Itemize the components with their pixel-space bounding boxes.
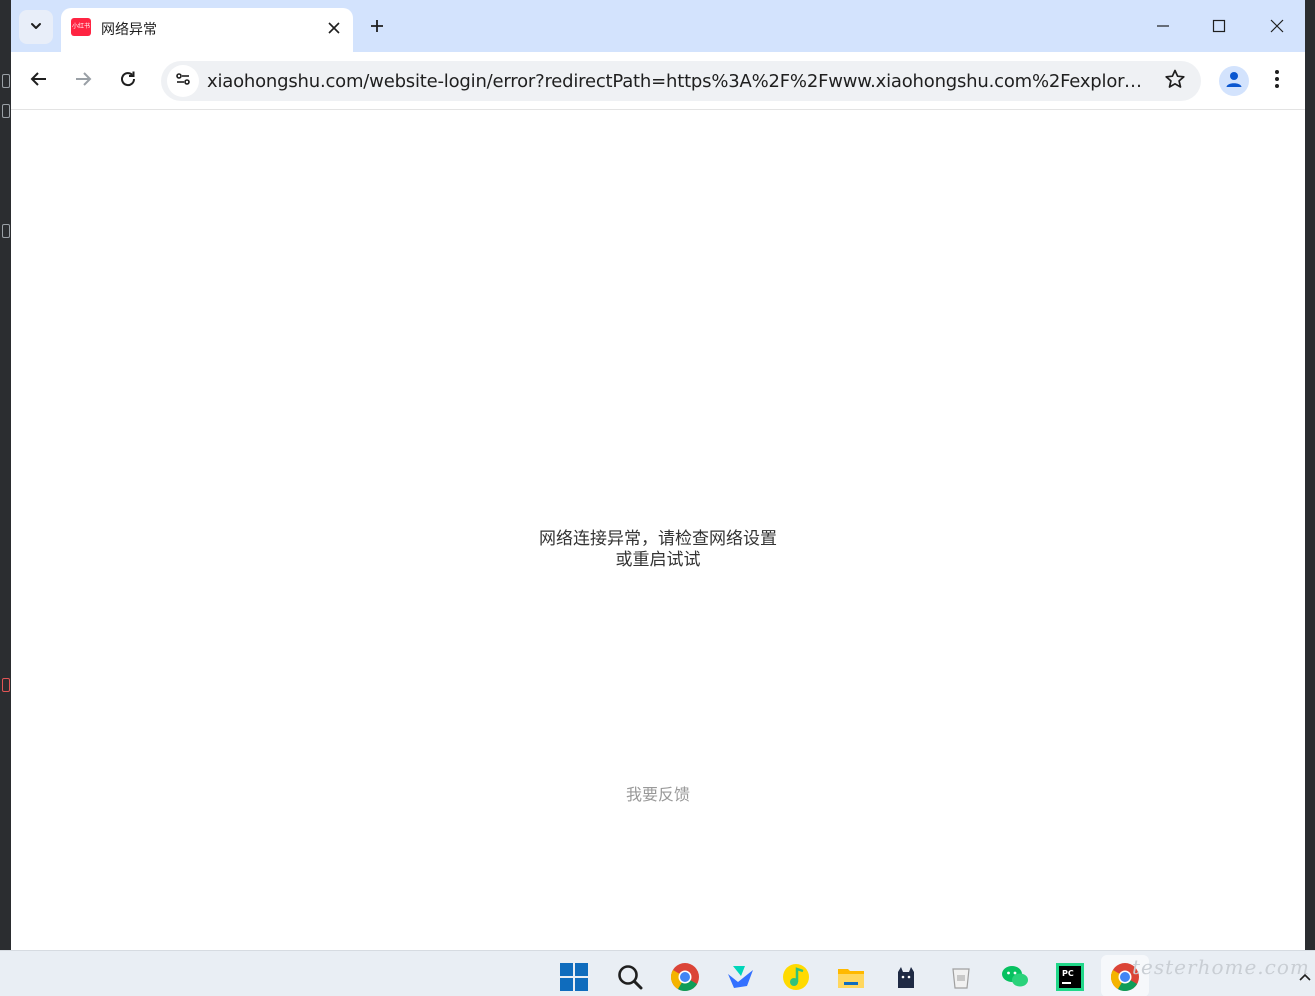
file-explorer-icon[interactable] bbox=[835, 961, 867, 993]
pycharm-icon[interactable]: PC bbox=[1054, 961, 1086, 993]
arrow-left-icon bbox=[30, 70, 48, 92]
cat-app-icon[interactable] bbox=[890, 961, 922, 993]
browser-menu-button[interactable] bbox=[1265, 66, 1289, 96]
feedback-link[interactable]: 我要反馈 bbox=[11, 781, 1305, 805]
bookmark-button[interactable] bbox=[1163, 69, 1187, 93]
wechat-icon[interactable] bbox=[999, 961, 1031, 993]
address-bar[interactable]: xiaohongshu.com/website-login/error?redi… bbox=[161, 61, 1201, 101]
background-window-glyph bbox=[2, 74, 10, 88]
site-info-button[interactable] bbox=[167, 65, 199, 97]
browser-toolbar: xiaohongshu.com/website-login/error?redi… bbox=[11, 52, 1305, 110]
star-icon bbox=[1164, 68, 1186, 94]
forward-button[interactable] bbox=[67, 65, 99, 97]
minimize-button[interactable] bbox=[1143, 10, 1183, 44]
tab-active[interactable]: 小红书 网络异常 bbox=[61, 8, 353, 52]
tab-strip: 小红书 网络异常 bbox=[11, 0, 1305, 52]
arrow-right-icon bbox=[74, 70, 92, 92]
watermark-text: testerhome.com bbox=[1132, 955, 1310, 979]
chrome-icon[interactable] bbox=[669, 961, 701, 993]
xiaohongshu-favicon-icon: 小红书 bbox=[71, 18, 91, 36]
profile-button[interactable] bbox=[1219, 66, 1249, 96]
windows-start-icon[interactable] bbox=[558, 961, 590, 993]
background-window-glyph bbox=[2, 224, 10, 238]
page-content: 网络连接异常，请检查网络设置 或重启试试 我要反馈 bbox=[11, 111, 1305, 950]
person-icon bbox=[1224, 69, 1244, 93]
maximize-icon bbox=[1212, 18, 1226, 37]
tab-search-button[interactable] bbox=[19, 10, 53, 44]
network-error-message: 网络连接异常，请检查网络设置 或重启试试 bbox=[11, 529, 1305, 571]
tab-title: 网络异常 bbox=[101, 22, 157, 38]
svg-text:PC: PC bbox=[1062, 969, 1074, 978]
cup-app-icon[interactable] bbox=[945, 961, 977, 993]
desktop-background-left bbox=[0, 0, 11, 950]
reload-button[interactable] bbox=[112, 65, 144, 97]
feishu-icon[interactable] bbox=[724, 961, 756, 993]
url-text[interactable]: xiaohongshu.com/website-login/error?redi… bbox=[207, 71, 1147, 92]
error-line-1: 网络连接异常，请检查网络设置 bbox=[539, 529, 777, 549]
chevron-up-icon[interactable] bbox=[1298, 969, 1312, 983]
tune-icon bbox=[174, 70, 192, 92]
search-icon[interactable] bbox=[614, 961, 646, 993]
close-icon bbox=[1270, 18, 1284, 37]
chevron-down-icon bbox=[29, 18, 43, 37]
tab-close-button[interactable] bbox=[323, 17, 345, 39]
browser-window: 小红书 网络异常 xiaohongshu.com/website-login/e… bbox=[11, 0, 1305, 950]
background-window-glyph bbox=[2, 678, 10, 692]
more-vertical-icon bbox=[1274, 69, 1280, 93]
windows-taskbar: PC testerhome.com bbox=[0, 950, 1315, 996]
background-window-glyph bbox=[2, 104, 10, 118]
maximize-button[interactable] bbox=[1199, 10, 1239, 44]
error-line-2: 或重启试试 bbox=[615, 550, 701, 570]
reload-icon bbox=[119, 70, 137, 92]
window-close-button[interactable] bbox=[1257, 10, 1297, 44]
desktop-background-right bbox=[1305, 0, 1315, 950]
back-button[interactable] bbox=[23, 65, 55, 97]
plus-icon bbox=[369, 18, 385, 38]
qq-music-icon[interactable] bbox=[780, 961, 812, 993]
close-icon bbox=[328, 19, 340, 38]
new-tab-button[interactable] bbox=[363, 14, 391, 42]
minimize-icon bbox=[1156, 18, 1170, 37]
